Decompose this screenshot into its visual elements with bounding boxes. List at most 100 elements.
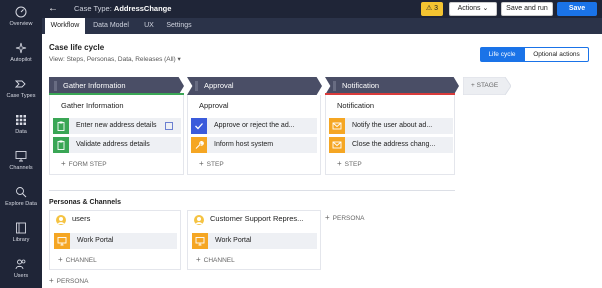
gauge-icon <box>15 6 27 18</box>
tab-bar: Workflow Data Model UX Settings <box>42 18 602 34</box>
warnings-badge[interactable]: ⚠ 3 <box>421 2 443 16</box>
channel-work-portal[interactable]: Work Portal <box>54 233 177 249</box>
step-approve-or-reject[interactable]: Approve or reject the ad... <box>191 118 317 134</box>
persona-name[interactable]: users <box>72 214 90 223</box>
monitor-icon <box>57 237 67 246</box>
clipboard-icon <box>57 121 65 131</box>
sparkle-icon <box>15 42 27 54</box>
nav-item-data[interactable]: Data <box>0 114 42 135</box>
view-filter-text: View: Steps, Personas, Data, Releases (A… <box>49 56 176 63</box>
plus-icon: + <box>199 159 204 168</box>
process-title[interactable]: Approval <box>199 101 229 110</box>
drag-handle-icon[interactable] <box>54 81 57 91</box>
tab-workflow[interactable]: Workflow <box>45 18 85 34</box>
add-channel-button[interactable]: + CHANNEL <box>196 255 235 264</box>
page-title: Case life cycle <box>49 43 105 52</box>
process-title[interactable]: Notification <box>337 101 374 110</box>
step-icon-box <box>53 118 69 134</box>
wrench-icon <box>195 141 204 149</box>
channel-work-portal[interactable]: Work Portal <box>192 233 317 249</box>
plus-icon: + <box>325 213 330 222</box>
nav-label: Explore Data <box>5 201 37 207</box>
mail-icon <box>332 141 342 149</box>
add-persona-bottom-button[interactable]: + PERSONA <box>49 276 88 285</box>
caret-down-icon: ▾ <box>177 56 181 63</box>
channel-label: Work Portal <box>215 237 252 244</box>
add-persona-label: PERSONA <box>56 278 89 285</box>
toggle-life-cycle[interactable]: Life cycle <box>480 47 524 62</box>
drag-handle-icon[interactable] <box>333 81 336 91</box>
chevron-flow-icon <box>14 78 27 90</box>
add-persona-button[interactable]: + PERSONA <box>325 213 364 222</box>
library-icon <box>15 222 27 234</box>
step-enter-new-address[interactable]: Enter new address details <box>53 118 181 134</box>
back-arrow-icon[interactable]: ← <box>48 3 60 15</box>
warning-count: 3 <box>434 5 439 12</box>
check-icon <box>195 123 203 130</box>
top-bar: ← Case Type: AddressChange ⚠ 3 Actions ⌄… <box>42 0 602 18</box>
nav-label: Data <box>15 129 27 135</box>
nav-label: Case Types <box>6 93 36 99</box>
step-validate-address[interactable]: Validate address details <box>53 137 181 153</box>
nav-item-library[interactable]: Library <box>0 222 42 243</box>
warning-triangle-icon: ⚠ <box>425 5 433 12</box>
step-icon-box <box>53 137 69 153</box>
step-label: Notify the user about ad... <box>352 122 433 129</box>
save-and-run-button[interactable]: Save and run <box>501 2 553 16</box>
monitor-icon <box>195 237 205 246</box>
step-inform-host-system[interactable]: Inform host system <box>191 137 317 153</box>
monitor-icon <box>15 150 27 162</box>
explore-icon <box>15 186 27 198</box>
actions-button[interactable]: Actions ⌄ <box>449 2 497 16</box>
step-notify-user[interactable]: Notify the user about ad... <box>329 118 453 134</box>
nav-item-case-types[interactable]: Case Types <box>0 78 42 99</box>
grid-icon <box>15 114 27 126</box>
save-button[interactable]: Save <box>557 2 597 16</box>
plus-icon: + <box>49 276 54 285</box>
tab-settings[interactable]: Settings <box>163 18 195 34</box>
add-step-label: STEP <box>344 161 362 168</box>
nav-item-channels[interactable]: Channels <box>0 150 42 171</box>
personas-title: Personas & Channels <box>49 199 121 206</box>
nav-item-autopilot[interactable]: Autopilot <box>0 42 42 63</box>
persona-card-users: users Work Portal + CHANNEL <box>49 210 181 270</box>
tab-data-model[interactable]: Data Model <box>87 18 135 34</box>
view-filter[interactable]: View: Steps, Personas, Data, Releases (A… <box>49 55 181 63</box>
add-step-button[interactable]: + STEP <box>199 159 224 168</box>
nav-item-explore-data[interactable]: Explore Data <box>0 186 42 207</box>
step-icon-box <box>191 118 207 134</box>
section-divider <box>49 190 455 191</box>
nav-label: Users <box>13 273 29 279</box>
persona-name[interactable]: Customer Support Repres... <box>210 214 303 223</box>
toggle-optional-actions[interactable]: Optional actions <box>524 47 589 62</box>
add-form-step-button[interactable]: + FORM STEP <box>61 159 107 168</box>
step-close-address-change[interactable]: Close the address chang... <box>329 137 453 153</box>
add-form-step-label: FORM STEP <box>68 161 107 168</box>
nav-item-users[interactable]: Users <box>0 258 42 279</box>
plus-icon: + <box>196 255 201 264</box>
case-type-name: AddressChange <box>113 4 172 13</box>
add-channel-button[interactable]: + CHANNEL <box>58 255 97 264</box>
tab-ux[interactable]: UX <box>139 18 159 34</box>
process-title[interactable]: Gather Information <box>61 101 124 110</box>
persona-card-customer-support: Customer Support Repres... Work Portal +… <box>187 210 321 270</box>
add-stage-button[interactable]: + STAGE <box>463 77 511 95</box>
add-stage-text: + STAGE <box>471 82 498 89</box>
add-step-button[interactable]: + STEP <box>337 159 362 168</box>
case-type-prefix: Case Type: <box>74 4 112 13</box>
channel-icon-box <box>54 233 70 249</box>
add-channel-label: CHANNEL <box>65 257 97 264</box>
edit-form-icon[interactable] <box>165 122 173 130</box>
add-channel-label: CHANNEL <box>203 257 235 264</box>
users-icon <box>15 258 27 270</box>
stage-header-approval[interactable]: Approval <box>187 77 322 95</box>
nav-label: Channels <box>9 165 33 171</box>
persona-avatar-icon <box>56 215 66 225</box>
drag-handle-icon[interactable] <box>195 81 198 91</box>
add-stage-label: STAGE <box>476 82 499 89</box>
channel-label: Work Portal <box>77 237 114 244</box>
plus-icon: + <box>61 159 66 168</box>
case-type-heading: Case Type: AddressChange <box>74 4 171 13</box>
nav-item-overview[interactable]: Overview <box>0 6 42 27</box>
plus-icon: + <box>58 255 63 264</box>
